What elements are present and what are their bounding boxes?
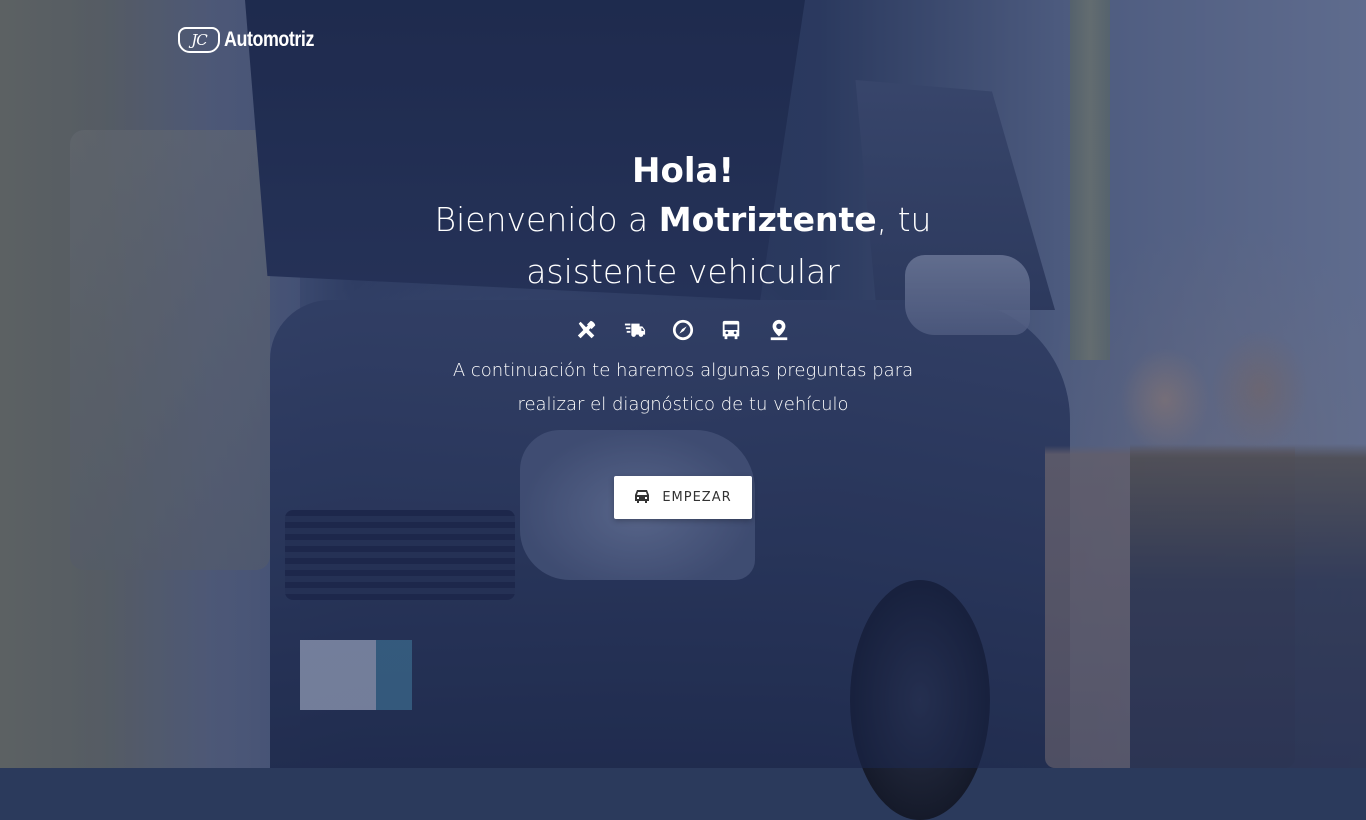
logo-mark-icon: JC	[178, 27, 220, 53]
start-button[interactable]: EMPEZAR	[614, 476, 752, 519]
map-pin-icon	[767, 318, 791, 342]
hero-title-highlight: Motriztente	[658, 200, 877, 239]
brand-name: Automotriz	[224, 28, 314, 51]
hero-title-prefix: Bienvenido a	[434, 200, 659, 239]
fast-truck-icon	[623, 318, 647, 342]
car-icon	[634, 489, 650, 507]
tools-icon	[575, 318, 599, 342]
hero-description: A continuación te haremos algunas pregun…	[452, 360, 914, 415]
compass-icon	[671, 318, 695, 342]
hero-section: Hola! Bienvenido a Motriztente, tu asist…	[0, 148, 1366, 422]
hero-title: Bienvenido a Motriztente, tu asistente v…	[423, 194, 943, 298]
bus-icon	[719, 318, 743, 342]
brand-logo[interactable]: JC Automotriz	[178, 25, 330, 55]
hero-greeting: Hola!	[632, 151, 734, 191]
start-button-label: EMPEZAR	[662, 490, 732, 505]
feature-icon-row	[0, 318, 1366, 342]
